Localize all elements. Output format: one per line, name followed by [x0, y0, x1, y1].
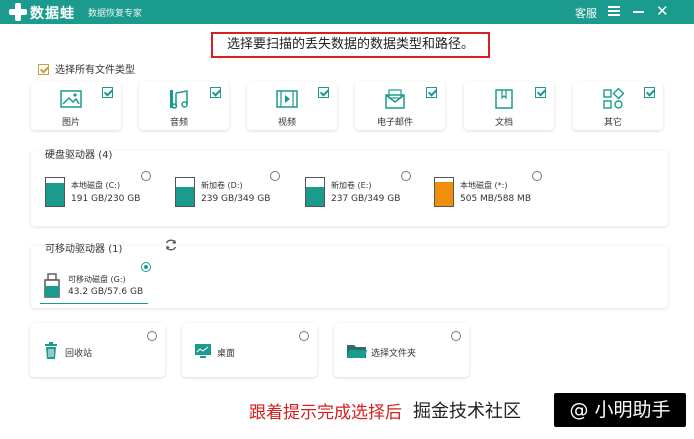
refresh-icon[interactable] [164, 238, 178, 252]
drive-g-radio[interactable] [141, 262, 151, 272]
minimize-icon[interactable] [633, 11, 644, 13]
video-icon [276, 90, 298, 108]
location-desktop[interactable]: 桌面 [182, 323, 317, 377]
app-subtitle: 数据恢复专家 [88, 9, 143, 19]
file-type-image[interactable]: 图片 [31, 82, 121, 130]
file-type-label: 音频 [169, 118, 188, 128]
instruction-banner: 选择要扫描的丢失数据的数据类型和路径。 [211, 32, 490, 58]
music-icon [170, 90, 188, 109]
file-type-video[interactable]: 视频 [247, 82, 337, 130]
recycle-bin-icon [45, 342, 57, 359]
hard-drive-icon [305, 177, 325, 207]
drive-d-radio[interactable] [270, 171, 280, 181]
app-title: 数据蛙 [30, 6, 75, 22]
menu-icon[interactable] [608, 4, 620, 18]
file-type-document[interactable]: 文档 [464, 82, 554, 130]
file-type-audio[interactable]: 音频 [139, 82, 229, 130]
annotation-text: 跟着提示完成选择后 [249, 403, 402, 423]
hard-drive-icon [45, 177, 65, 207]
drive-c[interactable]: 本地磁盘 (C:) 191 GB/230 GB [45, 177, 155, 213]
file-type-label: 其它 [603, 118, 622, 128]
folder-icon [347, 345, 367, 358]
drive-recovery-radio[interactable] [532, 171, 542, 181]
file-type-checkbox[interactable] [318, 87, 329, 98]
file-type-label: 电子邮件 [376, 118, 413, 128]
title-bar: 数据蛙 数据恢复专家 客服 ✕ [0, 0, 694, 24]
file-type-checkbox[interactable] [102, 87, 113, 98]
file-type-other[interactable]: 其它 [573, 82, 663, 130]
location-radio[interactable] [147, 331, 157, 341]
hard-drive-icon [434, 177, 454, 207]
drive-c-radio[interactable] [141, 171, 151, 181]
drive-e[interactable]: 新加卷 (E:) 237 GB/349 GB [305, 177, 415, 213]
close-icon[interactable]: ✕ [656, 3, 669, 19]
selected-underline [40, 303, 148, 304]
select-all-label: 选择所有文件类型 [55, 65, 135, 76]
watermark-box: @ 小明助手 [554, 393, 686, 427]
select-all-checkbox[interactable]: 选择所有文件类型 [38, 61, 135, 76]
file-type-label: 文档 [494, 118, 513, 128]
hard-drive-icon [175, 177, 195, 207]
checkbox-icon [38, 64, 49, 75]
file-type-label: 图片 [61, 118, 80, 128]
watermark-text: 掘金技术社区 [413, 401, 521, 422]
customer-service-button[interactable]: 客服 [575, 5, 597, 21]
drive-e-radio[interactable] [401, 171, 411, 181]
desktop-icon [195, 344, 211, 358]
file-type-label: 视频 [277, 118, 296, 128]
email-icon [385, 89, 405, 109]
file-type-checkbox[interactable] [426, 87, 437, 98]
hard-drive-section-title: 硬盘驱动器 (4) [45, 150, 113, 161]
location-radio[interactable] [299, 331, 309, 341]
drive-recovery[interactable]: 本地磁盘 (*:) 505 MB/588 MB [434, 177, 544, 213]
location-choose-folder[interactable]: 选择文件夹 [334, 323, 469, 377]
app-logo-icon [8, 2, 28, 22]
drive-g[interactable]: 可移动磁盘 (G:) 43.2 GB/57.6 GB [40, 272, 148, 306]
location-recycle-bin[interactable]: 回收站 [30, 323, 165, 377]
file-type-checkbox[interactable] [535, 87, 546, 98]
usb-drive-icon [44, 273, 60, 298]
document-icon [495, 89, 513, 109]
file-type-checkbox[interactable] [210, 87, 221, 98]
image-icon [60, 90, 82, 108]
file-type-email[interactable]: 电子邮件 [355, 82, 445, 130]
other-icon [603, 88, 624, 109]
file-type-checkbox[interactable] [644, 87, 655, 98]
removable-section-title: 可移动驱动器 (1) [45, 244, 123, 255]
location-radio[interactable] [451, 331, 461, 341]
drive-d[interactable]: 新加卷 (D:) 239 GB/349 GB [175, 177, 285, 213]
